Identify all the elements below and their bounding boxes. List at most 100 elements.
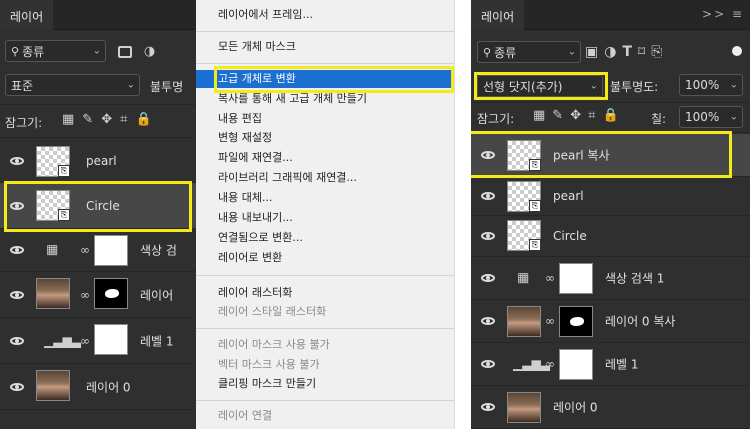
eye-icon[interactable] [481,232,495,240]
layer-name: 색상 검색 1 [605,271,665,286]
image-filter-icon[interactable]: ▣ [585,44,604,60]
filter-kind-dropdown[interactable]: ⚲ 종류 ⌄ [5,40,106,62]
layer-row[interactable]: ▁▃▆▃ ∞ 레벨 1 [471,343,750,386]
menu-item[interactable]: 변형 재설정 [196,129,454,147]
smart-object-icon: ⎘ [58,165,70,177]
eye-icon[interactable] [481,274,495,282]
eye-icon[interactable] [481,360,495,368]
layer-row[interactable]: 레이어 0 [471,386,750,429]
filter-icons: ◑ [110,44,155,59]
context-menu: 레이어에서 프레임... 모든 개체 마스크 고급 개체로 변환 복사를 통해 … [196,0,455,429]
tab-layers[interactable]: 레이어 [0,0,54,30]
highlight-box [214,66,454,93]
crop-icon[interactable]: ⌗ [588,108,602,123]
layer-thumbnail: ⎘ [507,220,541,251]
lock-label: 잠그기: [477,112,515,126]
blend-mode-dropdown[interactable]: 표준 ⌄ [5,74,140,96]
eye-icon[interactable] [10,336,24,345]
eye-icon[interactable] [10,246,24,254]
menu-item-disabled: 레이어 마스크 사용 불가 [218,338,330,351]
layer-row[interactable]: ▦ ∞ 색상 검색 1 [471,257,750,300]
filter-toggle[interactable] [732,46,742,56]
type-filter-icon[interactable]: T [622,44,638,60]
menu-item[interactable]: 모든 개체 마스크 [196,38,454,56]
highlight-box [471,131,732,178]
lock-icons: ▦✎✥⌗🔒 [62,112,160,127]
chevron-down-icon: ⌄ [729,111,738,123]
mask-thumbnail [94,278,128,309]
menu-item[interactable]: 레이어에서 프레임... [196,6,454,24]
layer-row[interactable]: 레이어 0 [0,364,196,410]
chevron-down-icon: ⌄ [126,79,135,91]
layer-row[interactable]: ⎘ pearl [0,140,196,183]
layer-thumbnail [507,392,541,423]
layer-name: 레벨 1 [605,357,639,372]
tab-bar: 레이어 [0,0,196,30]
layer-row[interactable]: ▦ ∞ 색상 검 [0,229,196,272]
panel-menu-icon[interactable]: >> ≡ [702,7,744,21]
brush-icon[interactable]: ✎ [552,108,570,123]
layer-row[interactable]: ⎘ pearl [471,177,750,216]
lock-icon[interactable]: 🔒 [602,108,625,123]
grid-adjustment-icon: ▦ [517,270,530,286]
eye-icon[interactable] [10,157,24,165]
menu-item[interactable]: 내용 내보내기... [196,209,454,227]
layer-name: pearl [553,189,584,203]
layer-name: 레이어 [140,288,174,302]
link-icon: ∞ [80,333,90,348]
layer-row[interactable]: ⎘ Circle [471,216,750,257]
adjustment-filter-icon[interactable]: ◑ [144,44,155,59]
opacity-label: 불투명 [150,80,184,94]
link-icon: ∞ [545,271,555,285]
lock-label: 잠그기: [5,116,43,130]
layer-row[interactable]: ▁▃▆▃ ∞ 레벨 1 [0,318,196,364]
move-icon[interactable]: ✥ [570,108,588,123]
eye-icon[interactable] [10,382,24,391]
menu-item[interactable]: 내용 대체... [196,189,454,207]
menu-item[interactable]: 연결됨으로 변환... [196,229,454,247]
menu-item[interactable]: 클리핑 마스크 만들기 [196,375,454,393]
search-icon: ⚲ [483,45,492,59]
menu-item[interactable]: 내용 편집 [196,110,454,128]
brush-icon[interactable]: ✎ [82,112,101,127]
eye-icon[interactable] [481,192,495,200]
lock-transparent-icon[interactable]: ▦ [62,112,82,127]
eye-icon[interactable] [481,403,495,411]
opacity-label: 불투명도: [610,80,659,94]
smart-object-icon: ⎘ [529,239,541,251]
layer-row[interactable]: ∞ 레이어 0 복사 [471,300,750,343]
chevron-down-icon: ⌄ [567,46,576,58]
menu-item[interactable]: 레이어로 변환 [196,249,454,267]
eye-icon[interactable] [481,317,495,325]
link-icon: ∞ [80,243,90,257]
search-icon: ⚲ [11,44,20,58]
eye-icon[interactable] [10,290,24,299]
smart-object-filter-icon[interactable]: ⎘ [651,44,668,60]
adjustment-filter-icon[interactable]: ◑ [604,44,622,60]
highlight-box [4,181,192,232]
lock-icon[interactable]: 🔒 [135,112,159,127]
tab-bar: 레이어 >> ≡ [471,0,750,30]
menu-item[interactable]: 라이브러리 그래픽에 재연결... [196,169,454,187]
layer-thumbnail [36,370,70,401]
mask-thumbnail [94,324,128,355]
opacity-field[interactable]: 100% ⌄ [679,74,743,96]
menu-item[interactable]: 파일에 재연결... [196,149,454,167]
filter-kind-dropdown[interactable]: ⚲ 종류 ⌄ [477,41,581,63]
layer-name: pearl [86,154,117,168]
layer-name: 레벨 1 [140,334,174,348]
move-icon[interactable]: ✥ [101,112,120,127]
image-filter-icon[interactable] [118,45,132,58]
lock-transparent-icon[interactable]: ▦ [533,108,552,123]
blend-mode-value: 표준 [11,78,34,93]
chevron-down-icon: ⌄ [729,79,738,91]
menu-item[interactable]: 레이어 래스터화 [196,284,454,302]
grid-adjustment-icon: ▦ [46,242,59,258]
fill-field[interactable]: 100% ⌄ [679,106,743,128]
tab-layers[interactable]: 레이어 [471,0,525,30]
layer-name: 색상 검 [140,243,177,258]
crop-icon[interactable]: ⌗ [120,112,135,127]
fill-label: 칠: [651,112,667,126]
shape-filter-icon[interactable]: ⌑ [638,44,651,60]
layer-row[interactable]: ∞ 레이어 [0,272,196,318]
